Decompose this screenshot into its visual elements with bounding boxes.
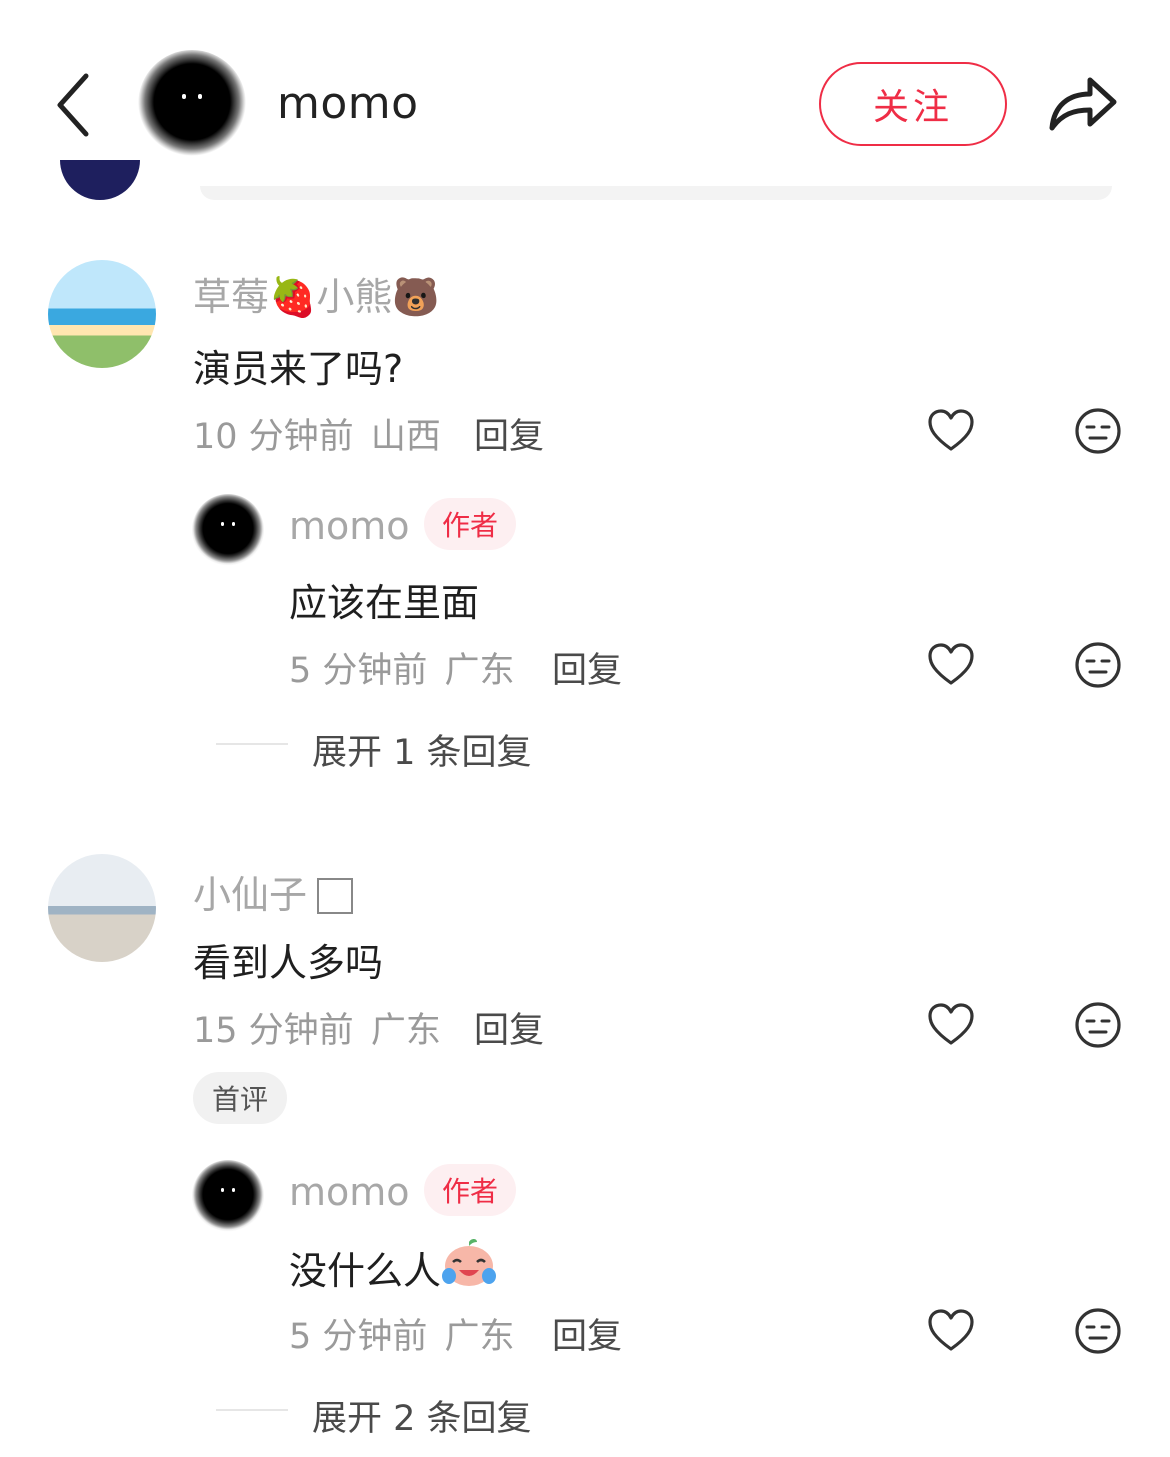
comment-time: 15 分钟前 xyxy=(193,1011,354,1051)
reply-text: 没什么人 xyxy=(289,1238,497,1295)
reply-meta: 5 分钟前 广东 xyxy=(289,642,515,693)
meh-face-icon[interactable] xyxy=(1073,406,1123,456)
expand-replies-button[interactable]: 展开 2 条回复 xyxy=(312,1390,532,1441)
reply-time: 5 分钟前 xyxy=(289,651,428,691)
reply-user-name[interactable]: momo xyxy=(289,504,410,548)
author-avatar[interactable] xyxy=(138,50,246,158)
first-comment-badge: 首评 xyxy=(193,1072,287,1124)
comment-meta: 15 分钟前 广东 xyxy=(193,1002,441,1053)
author-badge: 作者 xyxy=(424,498,517,550)
reply-region: 广东 xyxy=(444,651,515,691)
meh-face-icon[interactable] xyxy=(1073,1306,1123,1356)
author-badge: 作者 xyxy=(424,1164,517,1216)
expand-divider xyxy=(216,1409,288,1411)
comment-region: 山西 xyxy=(370,417,441,457)
author-name[interactable]: momo xyxy=(277,78,419,129)
back-chevron-icon[interactable] xyxy=(52,70,100,140)
reply-region: 广东 xyxy=(444,1317,515,1357)
previous-comment-input xyxy=(200,186,1112,200)
reply-button[interactable]: 回复 xyxy=(474,408,544,459)
heart-icon[interactable] xyxy=(926,406,976,456)
top-bar: momo 关注 xyxy=(0,0,1170,200)
laughing-crying-sticker-icon xyxy=(442,1239,497,1286)
reply-user-name[interactable]: momo xyxy=(289,1170,410,1214)
expand-replies-button[interactable]: 展开 1 条回复 xyxy=(312,724,532,775)
commenter-avatar[interactable] xyxy=(48,854,156,962)
reply-text-content: 没什么人 xyxy=(289,1249,442,1293)
meh-face-icon[interactable] xyxy=(1073,1000,1123,1050)
commenter-name[interactable]: 草莓🍓小熊🐻 xyxy=(193,266,440,321)
meh-face-icon[interactable] xyxy=(1073,640,1123,690)
expand-divider xyxy=(216,743,288,745)
heart-icon[interactable] xyxy=(926,640,976,690)
reply-button[interactable]: 回复 xyxy=(474,1002,544,1053)
comment-text: 演员来了吗? xyxy=(193,347,404,391)
commenter-name[interactable]: 小仙子 xyxy=(193,864,354,919)
author-avatar-small[interactable] xyxy=(192,1160,264,1232)
comment-time: 10 分钟前 xyxy=(193,417,354,457)
heart-icon[interactable] xyxy=(926,1000,976,1050)
reply-button[interactable]: 回复 xyxy=(552,1308,622,1359)
comment-meta: 10 分钟前 山西 xyxy=(193,408,441,459)
commenter-avatar[interactable] xyxy=(48,260,156,368)
share-arrow-icon[interactable] xyxy=(1046,68,1120,136)
reply-time: 5 分钟前 xyxy=(289,1317,428,1357)
reply-text: 应该在里面 xyxy=(289,581,480,625)
author-avatar-small[interactable] xyxy=(192,494,264,566)
placeholder-glyph-icon xyxy=(317,878,354,914)
follow-button[interactable]: 关注 xyxy=(819,62,1007,146)
comment-region: 广东 xyxy=(370,1011,441,1051)
heart-icon[interactable] xyxy=(926,1306,976,1356)
commenter-name-text: 小仙子 xyxy=(193,873,308,917)
previous-comment-avatar xyxy=(60,160,140,200)
reply-button[interactable]: 回复 xyxy=(552,642,622,693)
comment-text: 看到人多吗 xyxy=(193,941,384,985)
reply-meta: 5 分钟前 广东 xyxy=(289,1308,515,1359)
